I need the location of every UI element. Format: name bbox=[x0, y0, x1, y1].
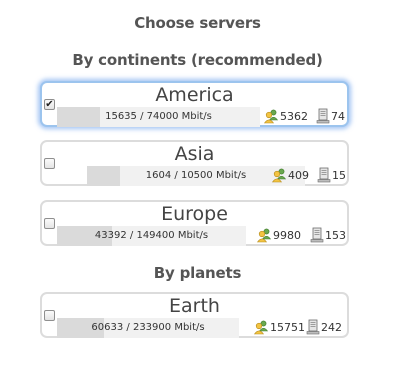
users-icon bbox=[271, 168, 287, 183]
continents-heading: By continents (recommended) bbox=[72, 51, 323, 69]
servers-count: 242 bbox=[321, 320, 342, 334]
servers-stat: 15 bbox=[317, 167, 346, 183]
server-group-earth[interactable]: Earth 60633 / 233900 Mbit/s 15751 242 bbox=[40, 292, 349, 338]
planets-heading: By planets bbox=[153, 264, 242, 282]
servers-count: 74 bbox=[331, 109, 345, 123]
users-count: 9980 bbox=[273, 228, 301, 242]
bandwidth-bar: 60633 / 233900 Mbit/s bbox=[57, 318, 239, 338]
users-count: 409 bbox=[288, 168, 309, 182]
users-count: 5362 bbox=[280, 109, 308, 123]
users-count: 15751 bbox=[270, 320, 305, 334]
server-icon bbox=[306, 319, 320, 335]
bandwidth-bar: 15635 / 74000 Mbit/s bbox=[57, 107, 260, 127]
server-group-name: Earth bbox=[169, 295, 220, 317]
servers-count: 153 bbox=[325, 228, 346, 242]
servers-stat: 153 bbox=[310, 227, 346, 243]
users-icon bbox=[256, 228, 272, 243]
bandwidth-text: 43392 / 149400 Mbit/s bbox=[94, 230, 209, 241]
bandwidth-text: 60633 / 233900 Mbit/s bbox=[91, 322, 205, 333]
servers-stat: 74 bbox=[316, 108, 345, 124]
server-icon bbox=[316, 108, 330, 124]
server-group-asia[interactable]: Asia 1604 / 10500 Mbit/s 409 15 bbox=[40, 140, 349, 186]
users-stat: 5362 bbox=[263, 108, 308, 124]
bandwidth-bar: 43392 / 149400 Mbit/s bbox=[57, 226, 246, 246]
server-group-europe[interactable]: Europe 43392 / 149400 Mbit/s 9980 153 bbox=[40, 200, 349, 246]
server-group-name: America bbox=[155, 84, 234, 106]
bandwidth-text: 15635 / 74000 Mbit/s bbox=[105, 111, 212, 122]
server-icon bbox=[310, 227, 324, 243]
server-group-name: Asia bbox=[174, 143, 215, 165]
servers-count: 15 bbox=[332, 168, 346, 182]
users-icon bbox=[253, 320, 269, 335]
server-group-america[interactable]: ✔ America 15635 / 74000 Mbit/s 5362 74 bbox=[40, 81, 349, 127]
users-stat: 409 bbox=[271, 167, 309, 183]
users-stat: 15751 bbox=[253, 319, 305, 335]
server-group-name: Europe bbox=[161, 203, 228, 225]
server-icon bbox=[317, 167, 331, 183]
users-icon bbox=[263, 109, 279, 124]
users-stat: 9980 bbox=[256, 227, 301, 243]
page-title: Choose servers bbox=[134, 14, 261, 32]
servers-stat: 242 bbox=[306, 319, 342, 335]
